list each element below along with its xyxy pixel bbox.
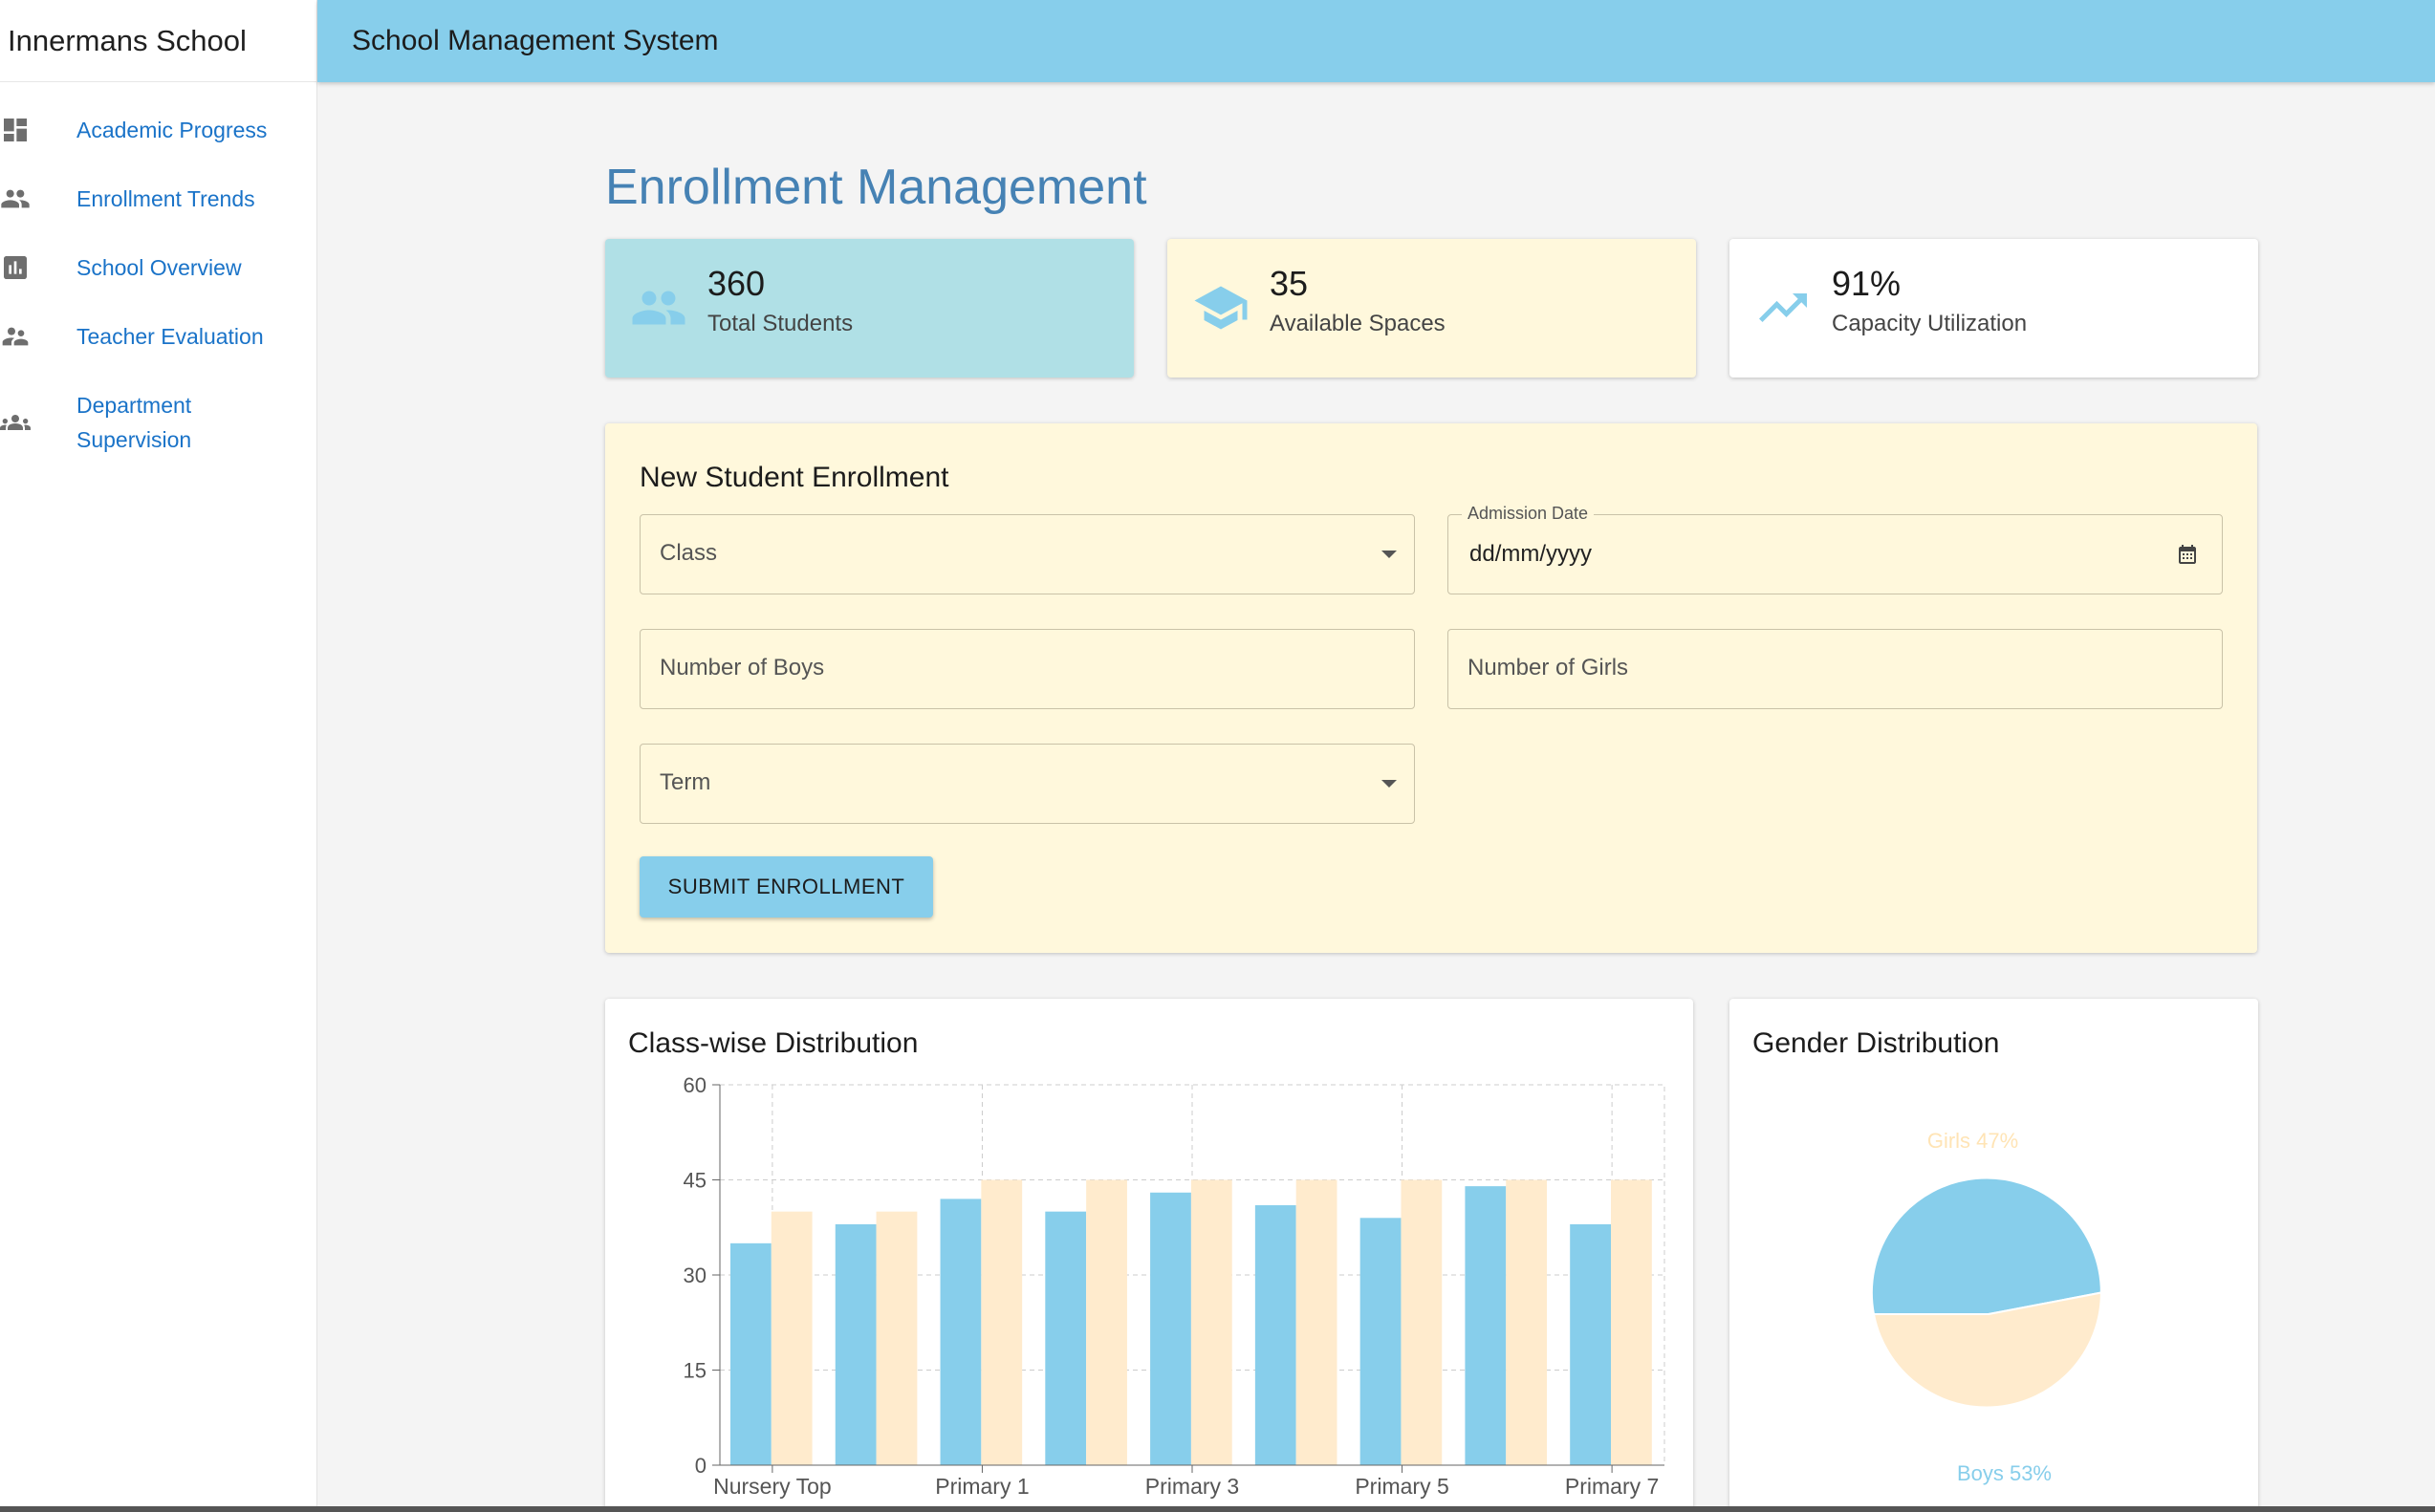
class-distribution-card: Class-wise Distribution 0 15 30 45 60 Nursery… — [605, 999, 1693, 1512]
bar-boys — [1254, 1205, 1296, 1465]
gender-distribution-card: Gender Distribution Boys 53% Girls 47% — [1729, 999, 2258, 1512]
stat-card-total-students: 360 Total Students — [605, 239, 1134, 378]
class-select-placeholder: Class — [660, 540, 718, 566]
admission-date-value: dd/mm/yyyy — [1469, 541, 1593, 567]
window-bottom-border — [0, 1506, 2435, 1512]
girls-count-input[interactable]: Number of Girls — [1447, 629, 2223, 709]
admission-date-input[interactable]: Admission Date dd/mm/yyyy — [1447, 504, 2223, 594]
chevron-down-icon — [1381, 551, 1397, 558]
bar-girls — [1295, 1179, 1337, 1465]
bar-boys — [1359, 1218, 1402, 1465]
dashboard-icon — [4, 119, 27, 141]
bar-boys — [940, 1199, 982, 1465]
sidebar-item-label: Teacher Evaluation — [76, 324, 264, 349]
x-tick-label: Primary 5 — [1355, 1474, 1448, 1499]
enrollment-form: New Student Enrollment Class Admission D… — [605, 423, 2257, 953]
bar-girls — [981, 1179, 1023, 1465]
stat-card-capacity-utilization: 91% Capacity Utilization — [1729, 239, 2258, 378]
stat-label: Capacity Utilization — [1832, 311, 2028, 336]
stat-card-available-spaces: 35 Available Spaces — [1167, 239, 1696, 378]
page-title: Enrollment Management — [605, 160, 1147, 215]
bar-boys — [1570, 1223, 1612, 1465]
sidebar-item-school-overview[interactable]: School Overview — [0, 250, 315, 283]
bar-boys — [1045, 1211, 1087, 1465]
people-icon — [632, 291, 685, 325]
trending-up-icon — [1759, 293, 1807, 322]
bar-girls — [1401, 1179, 1443, 1465]
bar-boys — [729, 1242, 772, 1465]
brand-title: Innermans School — [0, 0, 316, 82]
boys-count-placeholder: Number of Boys — [660, 655, 825, 680]
chevron-down-icon — [1381, 780, 1397, 788]
graduation-cap-icon — [1194, 286, 1248, 330]
sidebar-item-enrollment-trends[interactable]: Enrollment Trends — [0, 182, 315, 214]
groups-icon — [0, 415, 31, 430]
people-icon — [1, 189, 30, 208]
sidebar-item-academic-progress[interactable]: Academic Progress — [0, 113, 315, 145]
x-tick-label: Primary 1 — [935, 1474, 1029, 1499]
sidebar-item-department-supervision[interactable]: Department Supervision — [0, 388, 315, 461]
supervisor-icon — [2, 327, 29, 346]
stat-label: Total Students — [707, 311, 854, 336]
gender-distribution-chart: Boys 53% Girls 47% — [1870, 1129, 2102, 1485]
bar-chart-icon — [4, 256, 27, 279]
bar-girls — [1086, 1179, 1127, 1465]
sidebar-item-label: Enrollment Trends — [76, 186, 255, 211]
bar-girls — [771, 1211, 813, 1465]
sidebar: Innermans School Academic Progress Enrol… — [0, 0, 317, 1512]
y-tick-label: 45 — [684, 1169, 707, 1193]
pie-label: Boys 53% — [1957, 1461, 2052, 1485]
x-tick-label: Nursery Top — [713, 1474, 832, 1499]
form-title: New Student Enrollment — [640, 462, 949, 493]
admission-date-label: Admission Date — [1462, 504, 1595, 524]
bar-girls — [1506, 1179, 1548, 1465]
bar-boys — [1465, 1186, 1507, 1465]
stat-value: 91% — [1832, 264, 1902, 303]
x-tick-label: Primary 3 — [1145, 1474, 1239, 1499]
top-app-bar: School Management System — [317, 0, 2435, 82]
y-tick-label: 15 — [684, 1359, 707, 1383]
y-tick-label: 60 — [684, 1073, 707, 1097]
class-select[interactable]: Class — [640, 514, 1415, 594]
bar-girls — [1190, 1179, 1232, 1465]
stat-value: 360 — [707, 264, 766, 303]
bar-boys — [1150, 1192, 1191, 1465]
girls-count-placeholder: Number of Girls — [1468, 655, 1629, 680]
sidebar-item-label: Academic Progress — [76, 118, 268, 142]
bar-boys — [835, 1223, 877, 1465]
class-distribution-chart: 0 15 30 45 60 Nursery Top Primary 1 Primary 3 Pr… — [684, 1073, 1665, 1499]
stat-label: Available Spaces — [1270, 311, 1446, 336]
sidebar-item-label: Department Supervision — [76, 393, 192, 452]
bar-girls — [876, 1211, 918, 1465]
stat-value: 35 — [1270, 264, 1309, 303]
app-title: School Management System — [352, 25, 719, 56]
y-tick-label: 30 — [684, 1264, 707, 1287]
x-tick-label: Primary 7 — [1565, 1474, 1659, 1499]
boys-count-input[interactable]: Number of Boys — [640, 629, 1415, 709]
bar-girls — [1611, 1179, 1652, 1465]
y-tick-label: 0 — [695, 1454, 707, 1478]
term-select-placeholder: Term — [660, 769, 711, 795]
calendar-icon[interactable] — [2176, 543, 2199, 566]
pie-label: Girls 47% — [1927, 1129, 2018, 1153]
sidebar-item-label: School Overview — [76, 255, 242, 280]
pie-slice-boys — [1870, 1177, 2102, 1315]
sidebar-item-teacher-evaluation[interactable]: Teacher Evaluation — [0, 319, 315, 352]
submit-enrollment-button[interactable]: SUBMIT ENROLLMENT — [640, 856, 933, 918]
term-select[interactable]: Term — [640, 744, 1415, 824]
